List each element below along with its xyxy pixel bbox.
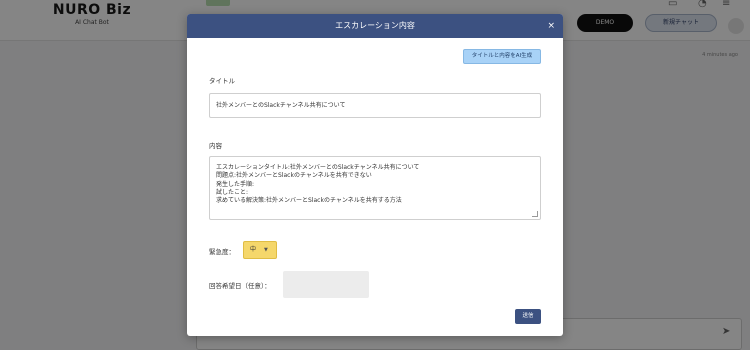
content-line: 求めている解決策:社外メンバーとSlackのチャンネルを共有する方法 [216, 197, 402, 205]
content-line: 発生した手順: [216, 180, 255, 188]
date-input[interactable] [283, 271, 369, 298]
title-input[interactable]: 社外メンバーとのSlackチャンネル共有について [209, 93, 541, 118]
content-line: 問題点:社外メンバーとSlackのチャンネルを共有できない [216, 172, 372, 180]
date-label: 回答希望日（任意）： [209, 282, 271, 290]
ai-generate-button[interactable]: タイトルと内容をAI生成 [463, 49, 541, 64]
send-button[interactable]: 送信 [515, 309, 541, 324]
title-label: タイトル [209, 77, 235, 85]
urgency-label: 緊急度： [209, 248, 235, 256]
content-label: 内容 [209, 142, 222, 150]
urgency-select[interactable]: 中 ▼ [243, 241, 277, 259]
urgency-value: 中 [250, 246, 257, 253]
modal-header: エスカレーション内容 × [187, 14, 563, 38]
escalation-modal: エスカレーション内容 × タイトルと内容をAI生成 タイトル 社外メンバーとのS… [187, 14, 563, 336]
content-textarea[interactable]: エスカレーションタイトル:社外メンバーとのSlackチャンネル共有について 問題… [209, 156, 541, 220]
content-line: 試したこと: [216, 188, 249, 196]
modal-title: エスカレーション内容 [335, 21, 415, 30]
close-icon[interactable]: × [547, 14, 555, 38]
resize-handle[interactable] [532, 211, 538, 217]
caret-down-icon: ▼ [264, 247, 268, 253]
